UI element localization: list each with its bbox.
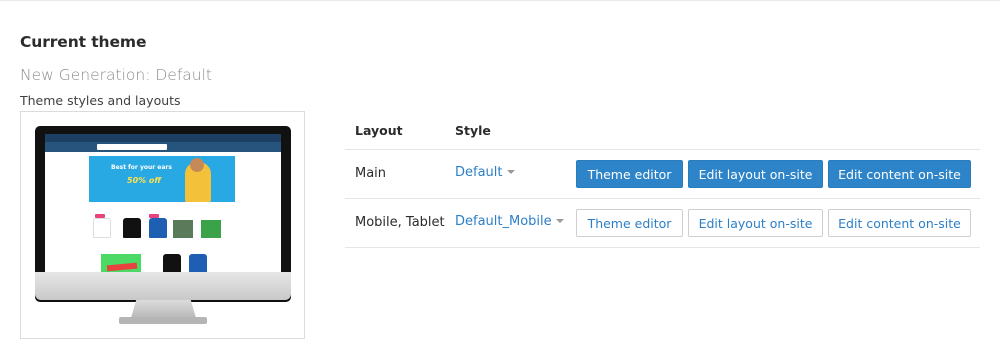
preview-shirt [149,218,167,238]
preview-banner [89,156,235,202]
preview-shirt [163,254,181,274]
theme-preview: Best for your ears 50% off [20,111,305,339]
monitor-base [119,317,207,324]
theme-editor-button-main[interactable]: Theme editor [576,160,683,188]
style-dropdown-label: Default_Mobile [455,214,552,229]
monitor-screen: Best for your ears 50% off [45,134,281,274]
style-dropdown-label: Default [455,165,503,180]
preview-shirt [93,218,111,238]
row-divider [345,198,980,199]
column-header-style: Style [455,123,491,138]
layout-name-main: Main [355,166,387,181]
preview-banner-head [190,158,204,172]
section-heading: Current theme [20,33,147,51]
edit-layout-button-main[interactable]: Edit layout on-site [688,160,823,188]
row-divider [345,247,980,248]
preview-product [173,220,193,238]
column-header-layout: Layout [355,123,403,138]
preview-shirt [123,218,141,238]
caret-down-icon [506,169,515,174]
theme-name: New Generation: Default [20,66,212,84]
row-divider [345,149,980,150]
theme-editor-button-mobile[interactable]: Theme editor [576,209,683,237]
top-divider [0,0,1000,4]
style-dropdown-mobile[interactable]: Default_Mobile [455,214,564,229]
monitor-stand [131,300,196,318]
preview-topbar [45,134,281,142]
edit-content-button-main[interactable]: Edit content on-site [828,160,971,188]
preview-searchbar [97,144,167,150]
preview-banner-promo: 50% off [127,176,162,185]
monitor-chin [35,272,291,300]
preview-banner-text: Best for your ears [111,164,172,171]
caret-down-icon [555,218,564,223]
edit-content-button-mobile[interactable]: Edit content on-site [828,209,971,237]
preview-shirt [189,254,207,274]
edit-layout-button-mobile[interactable]: Edit layout on-site [688,209,823,237]
styles-label: Theme styles and layouts [20,93,181,108]
layout-name-mobile: Mobile, Tablet [355,215,445,230]
preview-product [201,220,221,238]
style-dropdown-main[interactable]: Default [455,165,515,180]
